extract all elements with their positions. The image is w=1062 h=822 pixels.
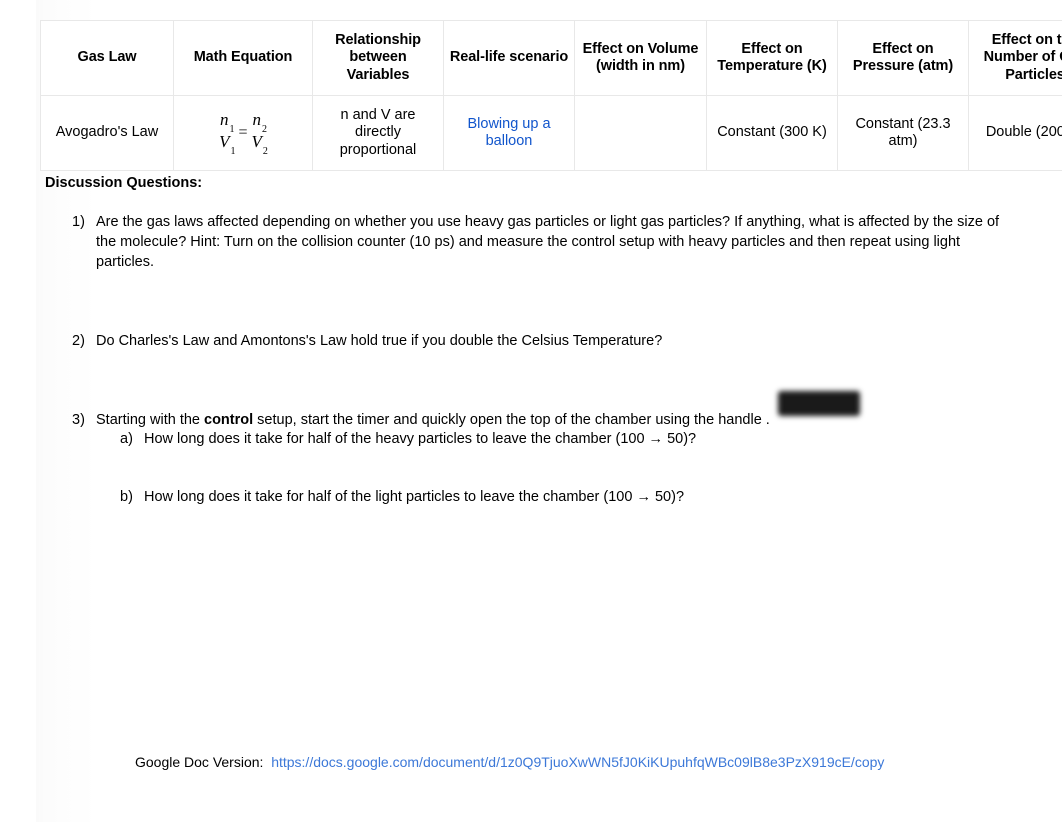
question-2: 2) Do Charles's Law and Amontons's Law h…: [72, 331, 1002, 351]
question-2-marker: 2): [72, 333, 85, 349]
fraction-left-numerator: n1: [220, 109, 235, 136]
table-body: Avogadro's Law n1 V1 = n2 V2 n and V are…: [40, 95, 1062, 171]
footer: Google Doc Version: https://docs.google.…: [135, 754, 884, 770]
cell-real-life: Blowing up a balloon: [443, 95, 575, 171]
fraction-right-denominator: V2: [251, 132, 268, 158]
gas-law-table-container: Gas Law Math Equation Relationship betwe…: [40, 20, 1062, 171]
column-header-real-life: Real-life scenario: [443, 20, 575, 96]
cell-effect-volume[interactable]: [574, 95, 707, 171]
fraction-left: n1 V1: [219, 109, 236, 158]
question-3a: a) How long does it take for half of the…: [120, 429, 1000, 449]
question-3a-marker: a): [120, 431, 133, 447]
question-2-text: Do Charles's Law and Amontons's Law hold…: [96, 333, 663, 349]
cell-gas-law: Avogadro's Law: [40, 95, 174, 171]
cell-effect-particles: Double (200 H): [968, 95, 1062, 171]
question-3b: b) How long does it take for half of the…: [120, 487, 1000, 507]
question-3-marker: 3): [72, 412, 85, 428]
cell-effect-temperature: Constant (300 K): [706, 95, 838, 171]
question-3b-marker: b): [120, 489, 133, 505]
column-header-effect-pressure: Effect on Pressure (atm): [837, 20, 969, 96]
equals-sign: =: [238, 124, 248, 141]
question-3-text-before: Starting with the: [96, 412, 204, 428]
column-header-effect-particles: Effect on the Number of Gas Particles: [968, 20, 1062, 96]
redaction-box: [778, 391, 860, 416]
question-1-text: Are the gas laws affected depending on w…: [96, 214, 1000, 270]
question-3-text-end: .: [765, 412, 770, 428]
table-header-row-group: Gas Law Math Equation Relationship betwe…: [40, 20, 1062, 96]
real-life-scenario-link[interactable]: Blowing up a balloon: [467, 116, 550, 149]
question-3: 3) Starting with the control setup, star…: [72, 410, 1002, 430]
question-3-text-after: setup, start the timer and quickly open …: [253, 412, 766, 428]
gas-law-table: Gas Law Math Equation Relationship betwe…: [40, 20, 1062, 171]
column-header-effect-volume: Effect on Volume (width in nm): [574, 20, 707, 96]
question-3-text: Starting with the control setup, start t…: [96, 410, 1002, 430]
google-doc-version-label: Google Doc Version:: [135, 754, 264, 770]
table-row: Avogadro's Law n1 V1 = n2 V2 n and V are…: [40, 95, 1062, 171]
question-3a-text: How long does it take for half of the he…: [144, 431, 697, 447]
math-equation-avogadro: n1 V1 = n2 V2: [219, 109, 268, 158]
fraction-right-numerator: n2: [252, 109, 267, 136]
cell-effect-pressure: Constant (23.3 atm): [837, 95, 969, 171]
google-doc-version-link[interactable]: https://docs.google.com/document/d/1z0Q9…: [271, 754, 884, 770]
discussion-questions-heading: Discussion Questions:: [45, 175, 203, 191]
cell-relationship: n and V are directly proportional: [312, 95, 444, 171]
question-1-marker: 1): [72, 214, 85, 230]
column-header-gas-law: Gas Law: [40, 20, 174, 96]
table-header-row: Gas Law Math Equation Relationship betwe…: [40, 20, 1062, 96]
cell-math-equation: n1 V1 = n2 V2: [173, 95, 313, 171]
fraction-right: n2 V2: [251, 109, 268, 158]
question-3b-text: How long does it take for half of the li…: [144, 489, 685, 505]
column-header-relationship: Relationship between Variables: [312, 20, 444, 96]
column-header-effect-temperature: Effect on Temperature (K): [706, 20, 838, 96]
column-header-math-equation: Math Equation: [173, 20, 313, 96]
document-page: Gas Law Math Equation Relationship betwe…: [0, 0, 1062, 822]
question-3-bold-word: control: [204, 412, 254, 428]
fraction-left-denominator: V1: [219, 132, 236, 158]
question-1: 1) Are the gas laws affected depending o…: [72, 212, 1020, 272]
